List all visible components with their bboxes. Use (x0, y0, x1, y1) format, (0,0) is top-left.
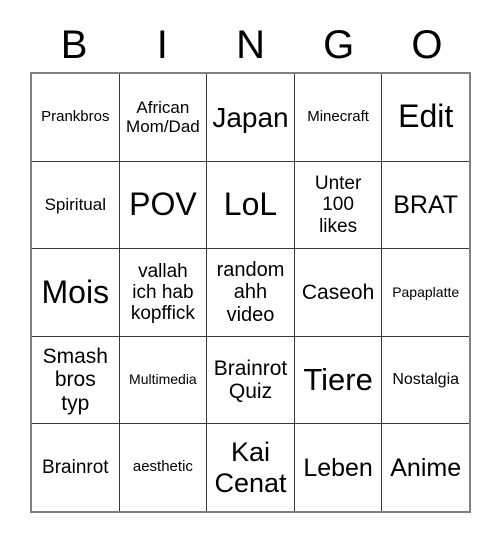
bingo-cell[interactable]: Mois (32, 249, 120, 336)
bingo-cell-label: Nostalgia (392, 371, 460, 389)
bingo-cell-label: random ahh video (216, 258, 285, 326)
bingo-cell-label: Minecraft (307, 107, 369, 125)
bingo-cell-label: Anime (390, 453, 462, 482)
bingo-cell[interactable]: Japan (207, 74, 295, 161)
bingo-header-letter-o: O (411, 23, 443, 67)
bingo-cell[interactable]: POV (119, 161, 208, 249)
bingo-cell[interactable]: Unter 100 likes (294, 161, 383, 249)
bingo-row: Prankbros African Mom/Dad Japan Minecraf… (32, 74, 469, 162)
bingo-cell-label: LoL (223, 185, 278, 222)
bingo-header-letter-b: B (60, 23, 88, 67)
bingo-cell-label: Unter 100 likes (314, 172, 362, 237)
bingo-header-letter-n: N (236, 23, 265, 67)
bingo-cell[interactable]: Caseoh (294, 249, 383, 336)
bingo-row: Brainrot aesthetic Kai Cenat Leben Anime (32, 424, 469, 511)
bingo-cell[interactable]: LoL (207, 161, 295, 249)
bingo-cell-label: aesthetic (132, 458, 193, 476)
bingo-cell-label: Tiere (303, 361, 373, 397)
bingo-cell-label: African Mom/Dad (126, 98, 200, 137)
bingo-cell[interactable]: Brainrot Quiz (207, 336, 295, 424)
bingo-header-letter-i: I (156, 23, 168, 67)
bingo-cell[interactable]: African Mom/Dad (119, 74, 208, 161)
bingo-cell-label: Smash bros typ (42, 344, 108, 415)
bingo-cell[interactable]: Kai Cenat (207, 424, 295, 511)
bingo-grid: Prankbros African Mom/Dad Japan Minecraf… (30, 72, 471, 513)
bingo-cell-label: Mois (41, 273, 110, 310)
bingo-cell-label: Japan (212, 101, 289, 133)
bingo-cell-label: Caseoh (301, 280, 375, 304)
bingo-row: Smash bros typ Multimedia Brainrot Quiz … (32, 336, 469, 425)
bingo-cell-label: Kai Cenat (214, 437, 287, 498)
bingo-cell-label: Brainrot (42, 457, 109, 479)
bingo-cell-label: Leben (303, 453, 373, 482)
bingo-cell-label: BRAT (393, 190, 459, 219)
bingo-cell-label: Papaplatte (392, 283, 460, 300)
bingo-cell[interactable]: Prankbros (32, 74, 120, 161)
bingo-cell-label: Prankbros (41, 107, 110, 125)
bingo-row: Mois vallah ich hab kopffick random ahh … (32, 249, 469, 337)
bingo-cell-label: POV (129, 185, 197, 222)
bingo-cell-label: Spiritual (44, 195, 106, 215)
bingo-cell[interactable]: Anime (382, 424, 469, 511)
bingo-cell-label: Edit (398, 98, 454, 135)
bingo-cell[interactable]: BRAT (382, 161, 469, 249)
bingo-cell[interactable]: Leben (294, 424, 383, 511)
bingo-cell[interactable]: Spiritual (32, 161, 120, 249)
bingo-header-letter-g: G (323, 23, 355, 67)
bingo-cell[interactable]: vallah ich hab kopffick (119, 249, 208, 336)
bingo-cell[interactable]: Brainrot (32, 424, 120, 511)
bingo-cell[interactable]: Papaplatte (382, 249, 469, 336)
bingo-card: B I N G O Prankbros African Mom/Dad Japa… (0, 0, 500, 544)
bingo-cell-label: Brainrot Quiz (213, 356, 288, 404)
bingo-cell[interactable]: random ahh video (207, 249, 295, 336)
bingo-row: Spiritual POV LoL Unter 100 likes BRAT (32, 161, 469, 250)
bingo-cell[interactable]: Tiere (294, 336, 383, 424)
bingo-cell[interactable]: aesthetic (119, 424, 208, 511)
bingo-cell[interactable]: Edit (382, 74, 469, 161)
bingo-cell[interactable]: Multimedia (119, 336, 208, 424)
bingo-cell[interactable]: Nostalgia (382, 336, 469, 424)
bingo-cell-label: Multimedia (129, 371, 197, 388)
bingo-header-row: B I N G O (30, 18, 471, 72)
bingo-cell-label: vallah ich hab kopffick (130, 260, 195, 325)
bingo-cell[interactable]: Smash bros typ (32, 336, 120, 424)
bingo-cell[interactable]: Minecraft (294, 74, 383, 161)
